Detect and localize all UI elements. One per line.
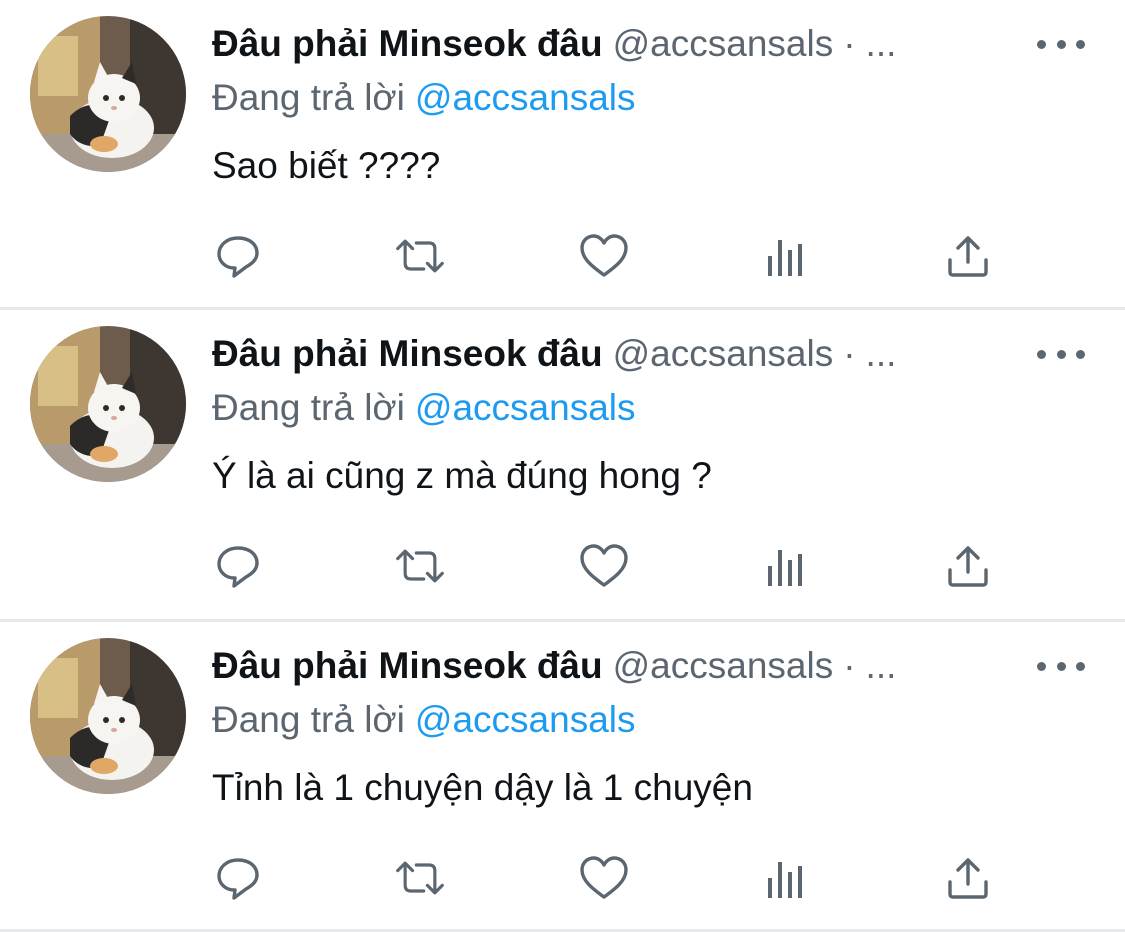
more-dot <box>1056 39 1066 49</box>
share-button[interactable] <box>942 540 994 592</box>
replying-to-label: Đang trả lời <box>212 699 405 740</box>
replying-to-label: Đang trả lời <box>212 387 405 428</box>
reply-icon <box>217 546 259 588</box>
analytics-icon <box>768 550 802 586</box>
share-icon <box>948 236 988 277</box>
more-options-button[interactable] <box>1037 652 1085 680</box>
replying-to-handle-link[interactable]: @accsansals <box>415 77 636 118</box>
tweet-feed: Đâu phải Minseok đâu @accsansals ·... Đang… <box>0 0 1125 932</box>
reply-button[interactable] <box>212 230 264 282</box>
tweet[interactable]: Đâu phải Minseok đâu @accsansals ·... Đang… <box>0 310 1125 622</box>
avatar-cat-image <box>30 638 186 794</box>
reply-button[interactable] <box>212 540 264 592</box>
like-button[interactable] <box>578 540 630 592</box>
truncation-ellipsis: ... <box>865 333 897 374</box>
share-button[interactable] <box>942 230 994 282</box>
tweet-actions <box>212 230 1002 282</box>
separator-dot: · <box>843 23 856 64</box>
like-icon <box>580 544 628 587</box>
tweet-header: Đâu phải Minseok đâu @accsansals ·... <box>212 328 1013 380</box>
truncation-ellipsis: ... <box>865 23 897 64</box>
reply-icon <box>217 858 259 900</box>
analytics-button[interactable] <box>758 540 810 592</box>
tweet-actions <box>212 540 1002 592</box>
retweet-icon <box>396 861 444 895</box>
retweet-icon <box>396 239 444 273</box>
tweet-header: Đâu phải Minseok đâu @accsansals ·... <box>212 18 1013 70</box>
replying-to: Đang trả lời @accsansals <box>212 72 636 124</box>
author-handle[interactable]: @accsansals <box>613 333 834 374</box>
separator-dot: · <box>843 645 856 686</box>
more-dot <box>1037 661 1046 671</box>
more-dot <box>1076 349 1085 359</box>
avatar[interactable] <box>30 638 186 794</box>
tweet-text: Ý là ai cũng z mà đúng hong ? <box>212 455 712 496</box>
author-name[interactable]: Đâu phải Minseok đâu <box>212 645 603 686</box>
avatar[interactable] <box>30 16 186 172</box>
retweet-button[interactable] <box>394 540 446 592</box>
tweet[interactable]: Đâu phải Minseok đâu @accsansals ·... Đang… <box>0 622 1125 932</box>
share-icon <box>948 858 988 899</box>
more-dot <box>1037 39 1046 49</box>
more-dot <box>1076 661 1085 671</box>
like-icon <box>580 856 628 899</box>
like-icon <box>580 234 628 277</box>
more-dot <box>1037 349 1046 359</box>
more-options-button[interactable] <box>1037 340 1085 368</box>
more-options-button[interactable] <box>1037 30 1085 58</box>
avatar[interactable] <box>30 326 186 482</box>
like-button[interactable] <box>578 230 630 282</box>
replying-to-label: Đang trả lời <box>212 77 405 118</box>
like-button[interactable] <box>578 852 630 904</box>
analytics-icon <box>768 240 802 276</box>
analytics-button[interactable] <box>758 230 810 282</box>
more-dot <box>1056 349 1066 359</box>
reply-button[interactable] <box>212 852 264 904</box>
tweet-text: Tỉnh là 1 chuyện dậy là 1 chuyện <box>212 767 753 808</box>
tweet-text: Sao biết ???? <box>212 145 441 186</box>
avatar-cat-image <box>30 16 186 172</box>
replying-to-handle-link[interactable]: @accsansals <box>415 387 636 428</box>
retweet-icon <box>396 549 444 583</box>
author-handle[interactable]: @accsansals <box>613 645 834 686</box>
author-handle[interactable]: @accsansals <box>613 23 834 64</box>
tweet-actions <box>212 852 1002 904</box>
more-dot <box>1076 39 1085 49</box>
author-name[interactable]: Đâu phải Minseok đâu <box>212 333 603 374</box>
tweet-header: Đâu phải Minseok đâu @accsansals ·... <box>212 640 1013 692</box>
more-dot <box>1056 661 1066 671</box>
separator-dot: · <box>843 333 856 374</box>
reply-icon <box>217 236 259 278</box>
replying-to: Đang trả lời @accsansals <box>212 694 636 746</box>
share-button[interactable] <box>942 852 994 904</box>
replying-to-handle-link[interactable]: @accsansals <box>415 699 636 740</box>
analytics-icon <box>768 862 802 898</box>
avatar-cat-image <box>30 326 186 482</box>
analytics-button[interactable] <box>758 852 810 904</box>
replying-to: Đang trả lời @accsansals <box>212 382 636 434</box>
share-icon <box>948 546 988 587</box>
author-name[interactable]: Đâu phải Minseok đâu <box>212 23 603 64</box>
truncation-ellipsis: ... <box>865 645 897 686</box>
tweet[interactable]: Đâu phải Minseok đâu @accsansals ·... Đang… <box>0 0 1125 310</box>
retweet-button[interactable] <box>394 230 446 282</box>
retweet-button[interactable] <box>394 852 446 904</box>
